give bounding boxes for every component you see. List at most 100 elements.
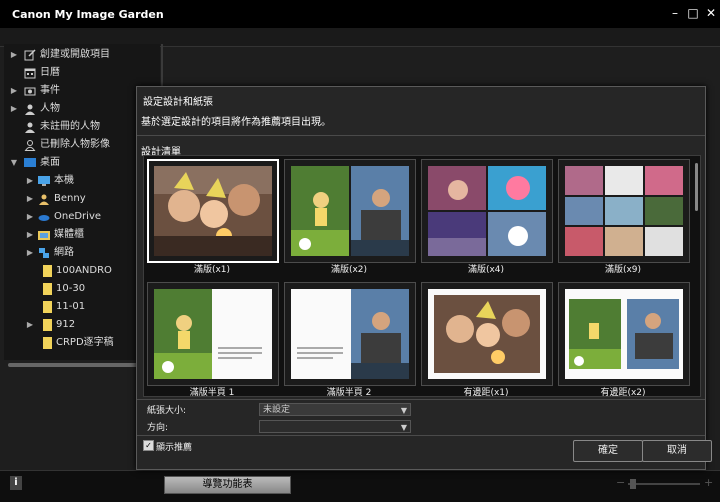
expand-arrow-icon[interactable]: ▶ [26, 244, 34, 262]
collapse-arrow-icon[interactable]: ▼ [10, 154, 18, 172]
design-thumbnail [291, 289, 409, 379]
library-icon [38, 231, 50, 240]
sidebar-item-calendar[interactable]: 日曆 [4, 64, 160, 82]
expand-arrow-icon[interactable]: ▶ [10, 46, 18, 64]
divider [137, 399, 705, 400]
design-label: 有邊距(x2) [600, 388, 646, 397]
design-label: 滿版(x1) [193, 265, 231, 275]
sidebar-item-label: 本機 [54, 175, 74, 186]
zoom-in-icon[interactable]: + [704, 476, 713, 489]
cancel-button[interactable]: 取消 [642, 440, 712, 462]
folder-icon [43, 283, 52, 295]
expand-arrow-icon[interactable]: ▶ [26, 316, 34, 334]
design-card-bordered-x2[interactable] [558, 282, 690, 386]
event-icon [24, 87, 36, 96]
zoom-thumb[interactable] [630, 479, 636, 489]
dialog-instruction: 基於選定設計的項目將作為推薦項目出現。 [141, 117, 331, 128]
guide-menu-button[interactable]: 導覽功能表 [164, 476, 291, 494]
divider [137, 135, 705, 136]
sidebar-item-label: 11-01 [56, 301, 86, 312]
create-edit-icon [24, 49, 36, 61]
design-card-half-page-2[interactable] [284, 282, 416, 386]
expand-arrow-icon[interactable]: ▶ [26, 208, 34, 226]
design-label: 滿版半頁 2 [326, 388, 372, 397]
sidebar-item-create[interactable]: ▶ 創建或開啟項目 [4, 46, 160, 64]
sidebar-item-label: 已刪除人物影像 [40, 139, 110, 150]
design-card-half-page-1[interactable] [147, 282, 279, 386]
design-label: 滿版(x2) [330, 265, 368, 275]
calendar-icon [24, 68, 36, 79]
folder-icon [43, 337, 52, 349]
show-recommend-checkbox[interactable]: ✓ [143, 440, 154, 451]
zoom-out-icon[interactable]: − [616, 476, 625, 489]
expand-arrow-icon[interactable]: ▶ [26, 172, 34, 190]
design-thumbnail [565, 289, 683, 379]
sidebar-item-label: 媒體櫃 [54, 229, 84, 240]
paper-size-value: 未設定 [263, 405, 291, 415]
design-label: 滿版(x9) [604, 265, 642, 275]
person-unregistered-icon [25, 122, 35, 133]
design-card-borderless-x9[interactable] [558, 159, 690, 263]
folder-icon [43, 319, 52, 331]
title-bar: Canon My Image Garden – □ ✕ [0, 0, 720, 28]
expand-arrow-icon[interactable]: ▶ [26, 226, 34, 244]
expand-arrow-icon[interactable]: ▶ [10, 82, 18, 100]
design-list-scrollbar[interactable] [695, 163, 698, 211]
desktop-icon [24, 158, 36, 167]
orientation-select[interactable]: ▼ [259, 420, 411, 433]
design-label: 滿版半頁 1 [189, 388, 235, 397]
show-recommend-label: 顯示推薦 [156, 443, 193, 453]
minimize-button[interactable]: – [668, 6, 682, 20]
set-design-paper-dialog: 設定設計和紙張 基於選定設計的項目將作為推薦項目出現。 設計清單 滿版(x1) … [136, 86, 712, 470]
orientation-label: 方向: [147, 423, 169, 433]
computer-icon [38, 176, 50, 186]
folder-icon [43, 265, 52, 277]
sidebar-item-label: 創建或開啟項目 [40, 49, 110, 60]
paper-size-label: 紙張大小: [147, 406, 187, 416]
design-thumbnail [154, 166, 272, 256]
user-folder-icon [39, 194, 49, 205]
sidebar-item-label: 事件 [40, 85, 60, 96]
chevron-down-icon: ▼ [400, 423, 407, 432]
design-list: 滿版(x1) 滿版(x2) 滿版(x4) 滿版(x9) 滿版半頁 1 滿版半頁 … [143, 155, 701, 397]
sidebar-item-label: 桌面 [40, 157, 60, 168]
dialog-title: 設定設計和紙張 [143, 97, 213, 108]
design-thumbnail [291, 166, 409, 256]
design-card-bordered-x1[interactable] [421, 282, 553, 386]
sidebar-item-label: Benny [54, 193, 86, 204]
paper-size-select[interactable]: 未設定 ▼ [259, 403, 411, 416]
expand-arrow-icon[interactable]: ▶ [10, 100, 18, 118]
sidebar-horizontal-scrollbar[interactable] [8, 363, 156, 367]
bottom-bar [0, 470, 720, 502]
app-window: Canon My Image Garden – □ ✕ ▶ 創建或開啟項目 日曆… [0, 0, 720, 502]
design-card-borderless-x2[interactable] [284, 159, 416, 263]
sidebar-item-label: OneDrive [54, 211, 102, 222]
sidebar-item-label: 912 [56, 319, 76, 330]
onedrive-icon [38, 215, 50, 221]
close-button[interactable]: ✕ [704, 6, 718, 20]
sidebar-item-label: 網路 [54, 247, 74, 258]
maximize-button[interactable]: □ [686, 6, 700, 20]
sidebar-item-label: 日曆 [40, 67, 60, 78]
expand-arrow-icon[interactable]: ▶ [26, 190, 34, 208]
zoom-slider[interactable]: − + [616, 476, 713, 492]
sidebar-item-label: 未註冊的人物 [40, 121, 100, 132]
design-thumbnail [154, 289, 272, 379]
design-thumbnail [565, 166, 683, 256]
person-icon [25, 104, 35, 115]
sidebar-item-label: 100ANDRO [56, 265, 112, 276]
sidebar-item-label: 10-30 [56, 283, 86, 294]
divider [137, 435, 705, 436]
design-label: 滿版(x4) [467, 265, 505, 275]
person-deleted-icon [24, 140, 36, 151]
design-label: 有邊距(x1) [463, 388, 509, 397]
zoom-track[interactable] [628, 483, 700, 485]
info-icon[interactable]: i [10, 476, 22, 490]
app-title: Canon My Image Garden [12, 8, 164, 21]
sidebar-item-label: CRPD逐字稿 [56, 337, 114, 348]
design-card-borderless-x1[interactable] [147, 159, 279, 263]
ok-button[interactable]: 確定 [573, 440, 643, 462]
sidebar-item-label: 人物 [40, 103, 60, 114]
folder-icon [43, 301, 52, 313]
design-card-borderless-x4[interactable] [421, 159, 553, 263]
